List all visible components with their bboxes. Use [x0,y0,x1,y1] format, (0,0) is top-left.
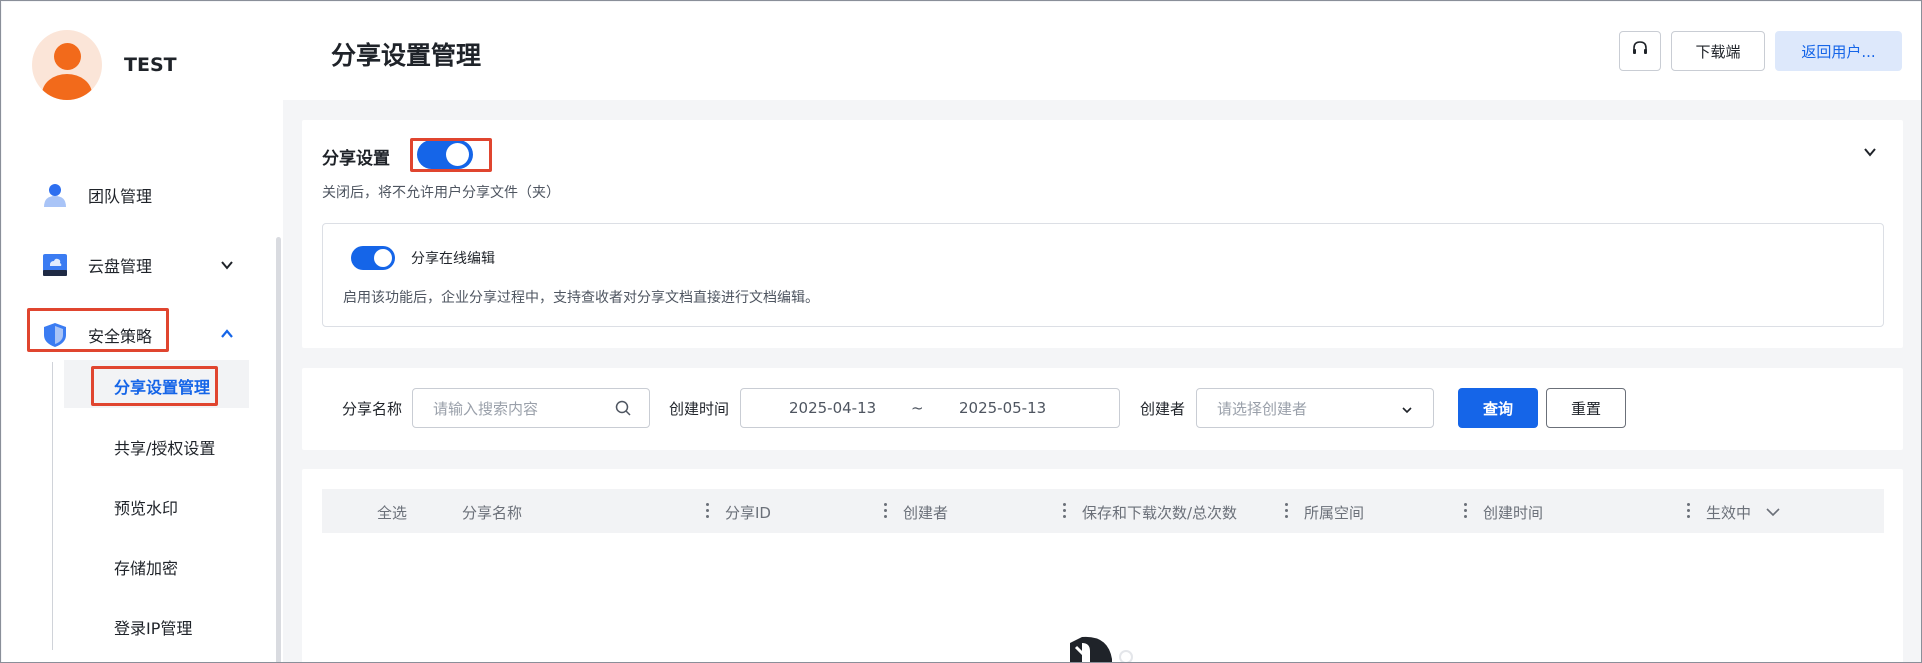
column-resize-handle[interactable] [1063,503,1066,519]
create-time-label: 创建时间 [669,400,730,418]
empty-state-illustration [1062,629,1142,662]
filter-bar: 分享名称 请输入搜索内容 创建时间 2025-04-13 ~ 2025-05-1… [302,368,1903,450]
online-edit-panel: 分享在线编辑 启用该功能后，企业分享过程中，支持查收者对分享文档直接进行文档编辑… [322,223,1884,327]
app-window: TEST 团队管理 云盘管理 安全策略 分享设置管理 共享/授权设置 预览水印 … [0,0,1922,663]
table-header: 全选 分享名称 分享ID 创建者 保存和下载次数/总次数 所属空间 创建时间 生… [322,489,1884,533]
share-name-search-input[interactable]: 请输入搜索内容 [412,388,650,428]
collapse-chevron-icon[interactable] [1862,144,1878,164]
column-resize-handle[interactable] [1687,503,1690,519]
sidebar-subitem-watermark[interactable]: 预览水印 [114,495,178,519]
support-button[interactable] [1619,31,1661,71]
chevron-down-icon [1401,402,1413,420]
online-edit-toggle[interactable] [351,246,395,270]
user-profile[interactable]: TEST [32,30,177,100]
page-header: 分享设置管理 下载端 返回用户... [283,2,1921,100]
sidebar: TEST 团队管理 云盘管理 安全策略 分享设置管理 共享/授权设置 预览水印 … [2,2,283,662]
highlight-box [27,308,169,352]
start-date[interactable]: 2025-04-13 [789,399,876,417]
column-create-time: 创建时间 [1483,504,1544,522]
sidebar-subitem-login-ip[interactable]: 登录IP管理 [114,615,192,639]
column-status: 生效中 [1706,504,1752,522]
avatar[interactable] [32,30,102,100]
share-settings-card: 分享设置 关闭后，将不允许用户分享文件（夹） 分享在线编辑 启用该功能后，企业分… [302,120,1903,348]
share-name-label: 分享名称 [342,400,403,418]
column-creator: 创建者 [903,504,949,522]
user-name: TEST [124,54,177,76]
return-user-button[interactable]: 返回用户... [1775,31,1902,71]
online-edit-description: 启用该功能后，企业分享过程中，支持查收者对分享文档直接进行文档编辑。 [343,290,819,306]
column-resize-handle[interactable] [1285,503,1288,519]
headset-icon [1631,40,1649,62]
creator-label: 创建者 [1140,400,1186,418]
submenu-guide-line [52,362,53,650]
column-share-id: 分享ID [725,504,771,522]
column-resize-handle[interactable] [1464,503,1467,519]
column-resize-handle[interactable] [706,503,709,519]
share-settings-description: 关闭后，将不允许用户分享文件（夹） [322,185,560,201]
highlight-box [410,138,492,172]
sidebar-item-cloud-drive[interactable]: 云盘管理 [42,250,152,280]
column-select-all[interactable]: 全选 [377,502,407,523]
sidebar-item-label: 云盘管理 [88,257,153,276]
date-separator: ~ [911,399,924,417]
sidebar-subitem-storage-encryption[interactable]: 存储加密 [114,555,178,579]
chevron-down-icon[interactable] [220,258,234,272]
reset-button[interactable]: 重置 [1546,388,1626,428]
status-filter-chevron-icon[interactable] [1765,504,1781,523]
share-settings-title: 分享设置 [322,149,390,169]
creator-select[interactable]: 请选择创建者 [1196,388,1434,428]
column-resize-handle[interactable] [884,503,887,519]
download-client-button[interactable]: 下载端 [1671,31,1765,71]
search-icon [615,400,631,420]
column-save-download-count: 保存和下载次数/总次数 [1082,504,1238,522]
end-date[interactable]: 2025-05-13 [959,399,1046,417]
sidebar-item-label: 团队管理 [88,187,153,206]
team-icon [42,182,68,208]
highlight-box [91,366,218,406]
online-edit-label: 分享在线编辑 [411,251,495,267]
date-range-picker[interactable]: 2025-04-13 ~ 2025-05-13 [740,388,1120,428]
page-title: 分享设置管理 [331,41,482,70]
chevron-up-icon[interactable] [220,327,234,341]
column-share-name: 分享名称 [462,504,523,522]
sidebar-subitem-share-auth[interactable]: 共享/授权设置 [114,435,215,459]
sidebar-item-team[interactable]: 团队管理 [42,180,152,210]
query-button[interactable]: 查询 [1458,388,1538,428]
share-table-card: 全选 分享名称 分享ID 创建者 保存和下载次数/总次数 所属空间 创建时间 生… [302,469,1903,662]
column-space: 所属空间 [1304,504,1365,522]
cloud-drive-icon [42,252,68,278]
sidebar-scrollbar[interactable] [276,237,281,662]
